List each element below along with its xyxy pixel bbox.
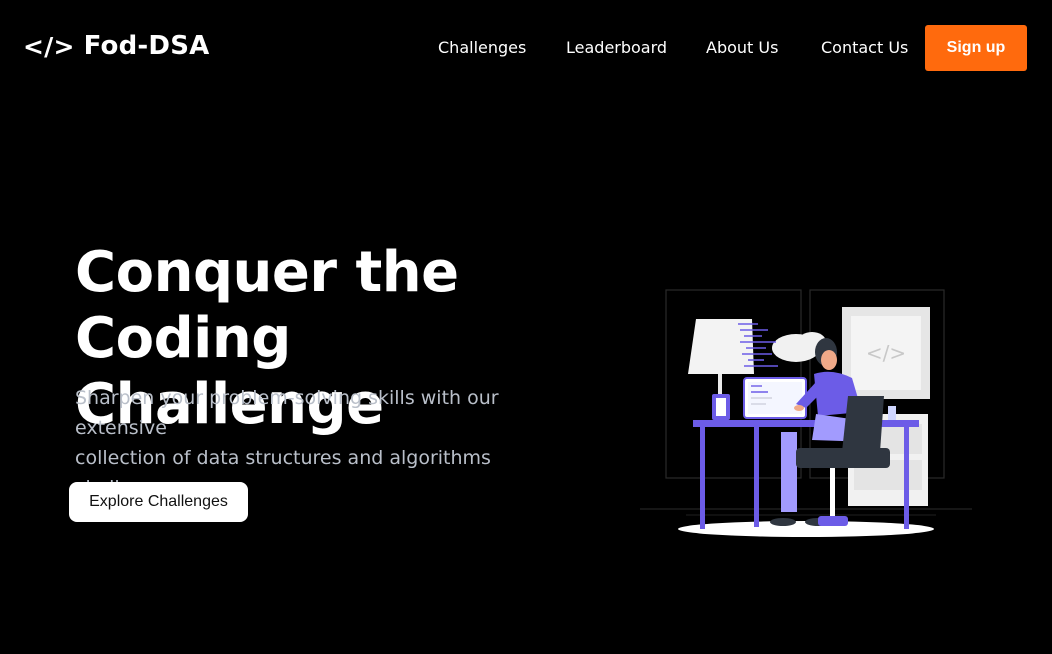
desk-leg-1 [700, 427, 705, 529]
nav-link-about-us[interactable]: About Us [706, 38, 778, 57]
person-hand [794, 405, 804, 411]
chair-seat [796, 448, 890, 468]
signup-button[interactable]: Sign up [925, 25, 1027, 71]
person-leg [781, 432, 797, 512]
hero-subtitle-line-1: Sharpen your problem-solving skills with… [75, 387, 499, 439]
desk-top [693, 420, 919, 427]
navbar: </> Fod-DSA Challenges Leaderboard About… [0, 0, 1052, 96]
nav-link-contact-us[interactable]: Contact Us [821, 38, 908, 57]
chair-back [842, 396, 884, 452]
developer-at-desk-illustration: </> [640, 289, 972, 537]
wall-screen-code-glyph: </> [866, 341, 906, 365]
person-shoe-1 [770, 518, 796, 526]
hero-title-line-1: Conquer the [75, 240, 459, 305]
nav-link-challenges[interactable]: Challenges [438, 38, 526, 57]
chair-base [818, 516, 848, 526]
desk-leg-2 [754, 427, 759, 527]
person-head [821, 350, 837, 370]
explore-challenges-button[interactable]: Explore Challenges [69, 482, 248, 522]
nav-link-leaderboard[interactable]: Leaderboard [566, 38, 667, 57]
desk-leg-3 [904, 427, 909, 529]
nav-links: Challenges Leaderboard About Us Contact … [0, 38, 1052, 58]
chair-stem [830, 468, 835, 518]
landing-page: </> Fod-DSA Challenges Leaderboard About… [0, 0, 1052, 654]
phone-screen [716, 398, 726, 416]
cup [888, 406, 896, 420]
